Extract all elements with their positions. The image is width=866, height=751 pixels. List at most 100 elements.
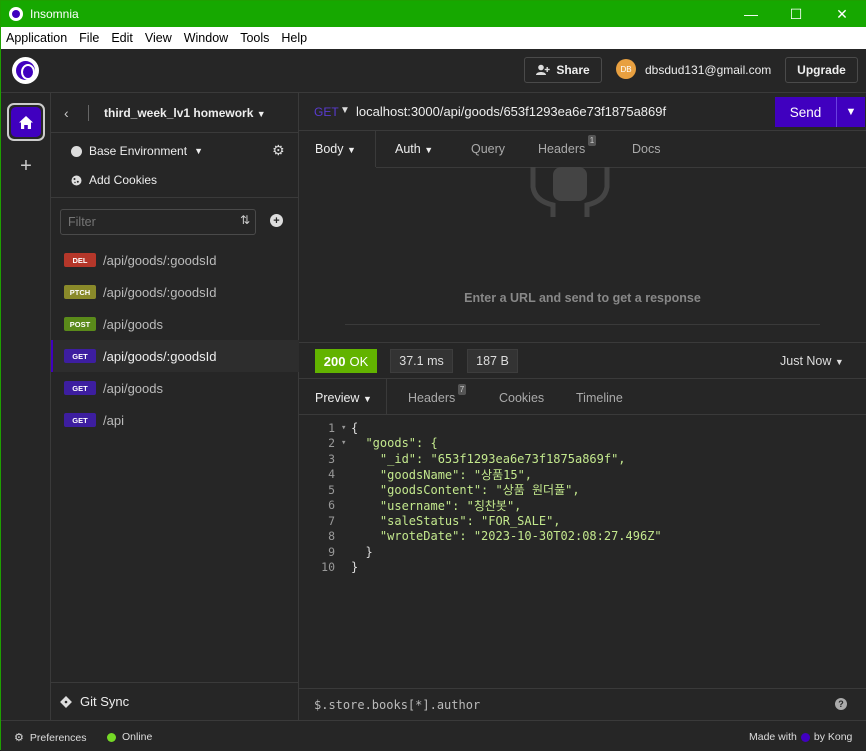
- help-icon[interactable]: ?: [835, 698, 847, 710]
- request-item-active[interactable]: GET /api/goods/:goodsId: [51, 340, 299, 372]
- tab-timeline[interactable]: Timeline: [576, 391, 623, 405]
- heart-icon: [800, 732, 810, 742]
- history-label: Just Now: [780, 354, 832, 368]
- code-line: 6 "username": "칭찬봇",: [299, 498, 866, 514]
- divider: [88, 105, 89, 121]
- request-item[interactable]: POST /api/goods: [51, 308, 299, 340]
- code-text: "saleStatus": "FOR_SALE",: [351, 513, 561, 528]
- empty-state-illustration-icon: [530, 167, 610, 217]
- code-text: "username": "칭찬봇",: [351, 498, 522, 513]
- send-options-button[interactable]: ▼: [836, 97, 865, 127]
- tab-headers-label: Headers: [538, 142, 586, 156]
- add-project-button[interactable]: +: [1, 155, 51, 178]
- sidebar-header: ‹ third_week_lv1 homework ▼: [51, 93, 299, 133]
- menu-help[interactable]: Help: [275, 31, 313, 45]
- response-body-viewer[interactable]: 1 ▾{ 2 ▾ "goods": { 3 "_id": "653f1293ea6e…: [299, 420, 866, 575]
- jsonpath-filter-input[interactable]: $.store.books[*].author: [299, 688, 866, 720]
- fold-arrow-icon[interactable]: ▾: [341, 438, 351, 448]
- avatar[interactable]: DB: [616, 59, 636, 79]
- add-request-icon[interactable]: +: [270, 214, 283, 227]
- code-line: 8 "wroteDate": "2023-10-30T02:08:27.496Z…: [299, 529, 866, 545]
- back-chevron-icon[interactable]: ‹: [64, 105, 69, 121]
- tab-preview[interactable]: Preview ▼: [315, 391, 372, 405]
- request-item[interactable]: DEL /api/goods/:goodsId: [51, 244, 299, 276]
- line-number: 9: [328, 544, 335, 559]
- menu-application[interactable]: Application: [1, 31, 73, 45]
- git-sync-button[interactable]: Git Sync: [51, 682, 299, 720]
- code-line: 2 ▾ "goods": {: [299, 436, 866, 452]
- menu-window[interactable]: Window: [178, 31, 234, 45]
- request-path: /api: [103, 412, 124, 428]
- made-with-kong-link[interactable]: Made with by Kong: [749, 731, 852, 743]
- tab-query[interactable]: Query: [471, 142, 505, 156]
- method-selector[interactable]: GET: [314, 105, 339, 119]
- top-bar: Share DB dbsdud131@gmail.com Upgrade: [1, 49, 866, 93]
- project-name: third_week_lv1 homework: [104, 106, 254, 120]
- method-tag: GET: [64, 349, 96, 363]
- share-button[interactable]: Share: [524, 57, 602, 83]
- add-cookies-label: Add Cookies: [89, 173, 158, 187]
- caret-down-icon: ▼: [834, 357, 844, 367]
- request-item[interactable]: PTCH /api/goods/:goodsId: [51, 276, 299, 308]
- send-button[interactable]: Send: [775, 97, 836, 127]
- add-user-icon: [536, 64, 551, 75]
- tab-auth[interactable]: Auth ▼: [395, 142, 433, 156]
- response-status-bar: 200 OK 37.1 ms 187 B Just Now ▼: [299, 342, 866, 379]
- environment-dropdown[interactable]: Base Environment ▼: [71, 144, 203, 158]
- sort-icon[interactable]: ⇅: [240, 213, 250, 227]
- line-number: 7: [328, 513, 335, 528]
- caret-down-icon: ▼: [362, 394, 372, 404]
- preferences-button[interactable]: ⚙ Preferences: [14, 731, 87, 745]
- request-list: DEL /api/goods/:goodsId PTCH /api/goods/…: [51, 244, 299, 436]
- insomnia-logo-icon: [12, 57, 39, 84]
- menu-edit[interactable]: Edit: [105, 31, 139, 45]
- code-line: 3 "_id": "653f1293ea6e73f1875a869f",: [299, 451, 866, 467]
- tab-headers[interactable]: Headers 1: [538, 135, 597, 156]
- code-line: 4 "goodsName": "상품15",: [299, 467, 866, 483]
- tab-docs[interactable]: Docs: [632, 142, 660, 156]
- method-tag: DEL: [64, 253, 96, 267]
- tab-cookies[interactable]: Cookies: [499, 391, 544, 405]
- fold-arrow-icon[interactable]: ▾: [341, 423, 351, 433]
- line-number: 3: [328, 451, 335, 466]
- home-button[interactable]: [7, 103, 45, 141]
- request-item[interactable]: GET /api: [51, 404, 299, 436]
- add-cookies-button[interactable]: Add Cookies: [71, 173, 157, 187]
- response-size: 187 B: [467, 349, 518, 373]
- maximize-button[interactable]: ☐: [774, 1, 818, 27]
- code-text: "_id": "653f1293ea6e73f1875a869f",: [351, 451, 626, 466]
- tab-response-headers[interactable]: Headers 7: [408, 384, 467, 405]
- tab-preview-label: Preview: [315, 391, 360, 405]
- empty-response-message: Enter a URL and send to get a response: [464, 291, 701, 305]
- git-icon: [60, 695, 72, 708]
- upgrade-button[interactable]: Upgrade: [785, 57, 858, 83]
- preferences-label: Preferences: [29, 731, 87, 744]
- minimize-button[interactable]: —: [729, 1, 773, 27]
- response-tabs: Preview ▼ Headers 7 Cookies Timeline: [299, 379, 866, 415]
- user-email[interactable]: dbsdud131@gmail.com: [645, 63, 771, 77]
- git-sync-label: Git Sync: [80, 694, 130, 709]
- close-button[interactable]: ✕: [820, 1, 864, 27]
- caret-down-icon[interactable]: ▼: [340, 105, 350, 116]
- code-text: }: [351, 560, 359, 575]
- tab-body[interactable]: Body ▼: [315, 142, 356, 156]
- code-text: }: [351, 544, 373, 559]
- code-text: "goodsName": "상품15",: [351, 467, 533, 482]
- line-number: 4: [328, 467, 335, 482]
- project-dropdown[interactable]: third_week_lv1 homework ▼: [104, 106, 266, 120]
- menu-view[interactable]: View: [139, 31, 178, 45]
- caret-down-icon: ▼: [424, 145, 434, 155]
- title-bar: Insomnia — ☐ ✕: [1, 1, 866, 27]
- menu-file[interactable]: File: [73, 31, 105, 45]
- url-input[interactable]: localhost:3000/api/goods/653f1293ea6e73f…: [356, 104, 666, 119]
- environment-name: Base Environment: [89, 144, 188, 158]
- request-item[interactable]: GET /api/goods: [51, 372, 299, 404]
- menu-tools[interactable]: Tools: [234, 31, 275, 45]
- home-icon: [19, 115, 33, 129]
- response-history-dropdown[interactable]: Just Now ▼: [780, 354, 844, 368]
- request-path: /api/goods/:goodsId: [103, 252, 217, 268]
- tab-auth-label: Auth: [395, 142, 421, 156]
- by-kong-label: by Kong: [813, 731, 853, 743]
- filter-input[interactable]: [60, 209, 256, 235]
- gear-icon[interactable]: ⚙: [272, 142, 285, 159]
